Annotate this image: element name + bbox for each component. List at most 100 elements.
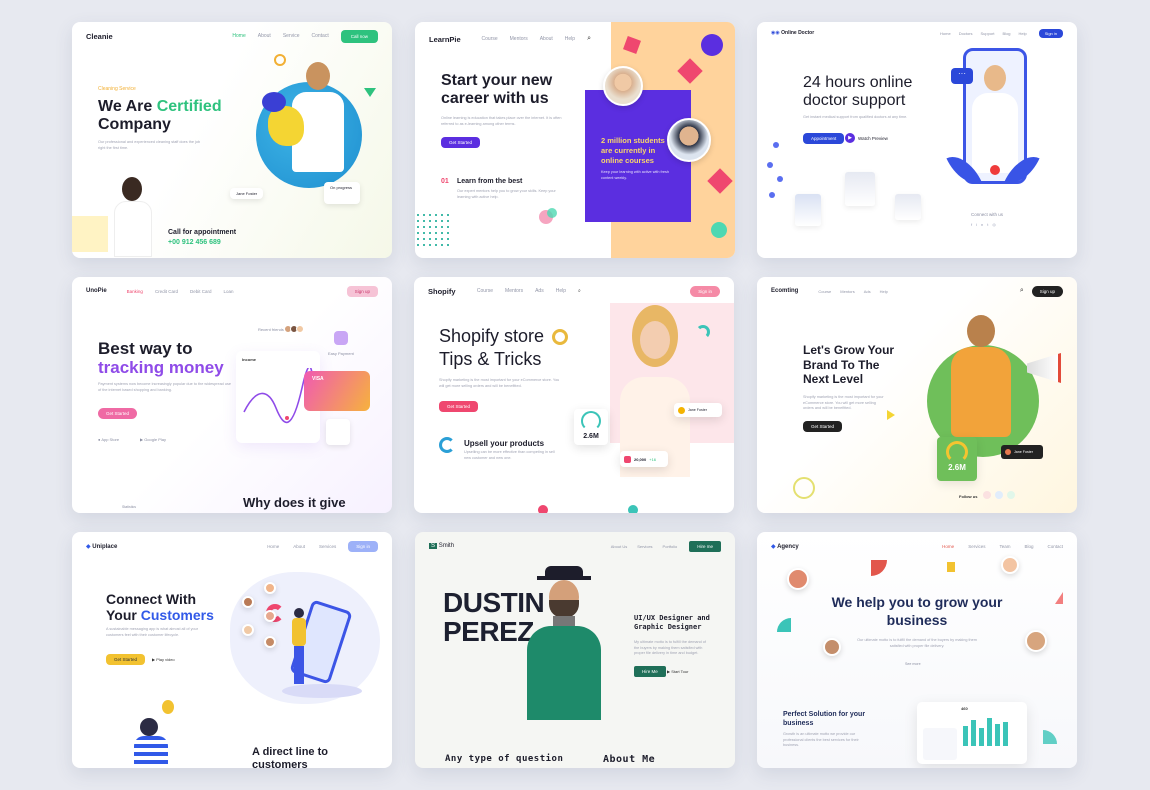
nav-team[interactable]: Team xyxy=(999,544,1010,549)
sign-up-button[interactable]: Sign up xyxy=(1031,285,1063,297)
navbar: Shopify Course Mentors Ads Help ⌕ Sign i… xyxy=(414,277,734,305)
card-ecomting[interactable]: Ecomting Course Mentors Ads Help ⌕ Sign … xyxy=(757,277,1077,513)
nav-home[interactable]: Home xyxy=(267,544,279,549)
call-phone[interactable]: +00 912 456 689 xyxy=(168,239,221,246)
card-learnpie[interactable]: LearnPie Course Mentors About Help ⌕ Sta… xyxy=(415,22,735,258)
search-icon[interactable]: ⌕ xyxy=(1020,287,1024,295)
dashboard-preview: 460 xyxy=(917,702,1027,764)
logo[interactable]: ◆ Uniplace xyxy=(86,543,117,550)
name-tag: Jane Foster xyxy=(674,403,722,417)
logo[interactable]: ◉◉ Online Doctor xyxy=(771,30,814,36)
deco-shape-red xyxy=(871,560,887,576)
search-icon[interactable]: ⌕ xyxy=(578,288,581,294)
plant-decoration xyxy=(767,142,787,212)
logo-icon: ◉◉ xyxy=(771,30,782,36)
nav-portfolio[interactable]: Portfolio xyxy=(663,544,678,549)
nav-about[interactable]: About xyxy=(540,36,553,42)
appointment-button[interactable]: Appointment xyxy=(803,133,845,144)
nav-about[interactable]: About xyxy=(258,33,271,39)
logo[interactable]: Ecomting xyxy=(771,288,798,294)
card-brand: VISA xyxy=(312,376,324,382)
nav-doctors[interactable]: Doctors xyxy=(959,31,973,36)
nav-blog[interactable]: Blog xyxy=(1024,544,1033,549)
logo[interactable]: S Smith xyxy=(429,543,454,549)
solution-title: Perfect Solution for your business xyxy=(783,711,866,728)
twitter-icon[interactable] xyxy=(995,491,1003,499)
nav-contact[interactable]: Contact xyxy=(1047,544,1063,549)
logo[interactable]: LearnPie xyxy=(429,35,461,44)
get-started-button[interactable]: Get Started xyxy=(106,654,146,665)
nav-contact[interactable]: Contact xyxy=(312,33,329,39)
nav-ads[interactable]: Ads xyxy=(864,289,871,294)
nav-course[interactable]: Course xyxy=(477,288,493,294)
logo[interactable]: Cleanie xyxy=(86,32,113,41)
start-tour-button[interactable]: ▶ Start Tour xyxy=(667,669,688,674)
get-started-button[interactable]: Get Started xyxy=(441,137,481,148)
nav-loan[interactable]: Loan xyxy=(223,289,233,294)
nav-support[interactable]: Support xyxy=(981,31,995,36)
hero-description: Our ultimate motto is to fulfill the dem… xyxy=(857,638,977,648)
nav-credit-card[interactable]: Credit Card xyxy=(155,289,178,294)
logo[interactable]: ◆ Agency xyxy=(771,543,799,550)
stat-card-small: 20,000 +16 xyxy=(620,451,668,467)
nav-course[interactable]: Course xyxy=(482,36,498,42)
mentor-avatar xyxy=(667,118,711,162)
instagram-icon[interactable]: ◎ xyxy=(992,222,1000,227)
nav-services[interactable]: Services xyxy=(319,544,336,549)
google-play-link[interactable]: ▶ Google Play xyxy=(140,437,166,442)
nav-service[interactable]: Service xyxy=(283,33,300,39)
sign-in-button[interactable]: Sign in xyxy=(1038,28,1063,38)
avatar-3 xyxy=(823,638,841,656)
nav-home[interactable]: Home xyxy=(232,33,245,39)
nav-about[interactable]: About xyxy=(293,544,305,549)
card-online-doctor[interactable]: ◉◉ Online Doctor Home Doctors Support Bl… xyxy=(757,22,1077,258)
statistics-label: Statistics xyxy=(122,505,137,509)
card-shopify[interactable]: Shopify Course Mentors Ads Help ⌕ Sign i… xyxy=(414,277,734,513)
sign-in-button[interactable]: Sign in xyxy=(690,285,720,297)
nav-help[interactable]: Help xyxy=(1019,31,1027,36)
nav-help[interactable]: Help xyxy=(556,288,566,294)
nav-course[interactable]: Course xyxy=(818,289,831,294)
card-uniplace[interactable]: ◆ Uniplace Home About Services Sign in C… xyxy=(72,532,392,768)
get-started-button[interactable]: Get Started xyxy=(98,408,138,419)
logo[interactable]: Shopify xyxy=(428,287,456,296)
deco-dot xyxy=(274,54,286,66)
nav-mentors[interactable]: Mentors xyxy=(510,36,528,42)
card-smith[interactable]: S Smith About Us Services Portfolio Hire… xyxy=(415,532,735,768)
card-agency[interactable]: ◆ Agency Home Services Team Blog Contact… xyxy=(757,532,1077,768)
app-store-link[interactable]: ● App Store xyxy=(98,437,119,442)
nav-mentors[interactable]: Mentors xyxy=(840,289,854,294)
see-more-link[interactable]: See more xyxy=(905,662,921,666)
nav-home[interactable]: Home xyxy=(940,31,951,36)
card-unopie[interactable]: UnoPie Banking Credit Card Debit Card Lo… xyxy=(72,277,392,513)
nav-debit-card[interactable]: Debit Card xyxy=(190,289,212,294)
dribbble-icon[interactable] xyxy=(1007,491,1015,499)
nav-home[interactable]: Home xyxy=(942,544,954,549)
get-started-button[interactable]: Get Started xyxy=(803,421,843,432)
nav-services[interactable]: Services xyxy=(637,544,652,549)
search-icon[interactable]: ⌕ xyxy=(587,35,591,43)
nav-services[interactable]: Services xyxy=(968,544,985,549)
nav-banking[interactable]: Banking xyxy=(127,289,143,294)
nav-blog[interactable]: Blog xyxy=(1003,31,1011,36)
play-video-button[interactable]: ▶ Play video xyxy=(152,657,175,662)
linkedin-icon[interactable]: in xyxy=(976,222,987,227)
deco-shape-yellow xyxy=(947,562,955,572)
nav-help[interactable]: Help xyxy=(880,289,888,294)
hire-me-button[interactable]: Hire Me xyxy=(634,666,666,677)
nav-mentors[interactable]: Mentors xyxy=(505,288,523,294)
deco-arc xyxy=(696,325,710,339)
sign-up-button[interactable]: Sign up xyxy=(346,285,378,297)
get-started-button[interactable]: Get Started xyxy=(439,401,479,412)
hire-me-nav-button[interactable]: Hire me xyxy=(689,540,721,552)
nav-ads[interactable]: Ads xyxy=(535,288,544,294)
watch-preview-button[interactable]: ▶ Watch Preview xyxy=(845,133,888,143)
google-icon[interactable] xyxy=(983,491,991,499)
card-cleanie[interactable]: Cleanie Home About Service Contact Call … xyxy=(72,22,392,258)
nav-about[interactable]: About Us xyxy=(611,544,627,549)
logo[interactable]: UnoPie xyxy=(86,288,107,294)
footer-about: About Me xyxy=(603,754,656,765)
sign-in-button[interactable]: Sign in xyxy=(348,540,378,552)
nav-help[interactable]: Help xyxy=(565,36,575,42)
call-now-button[interactable]: Call now xyxy=(340,29,378,43)
